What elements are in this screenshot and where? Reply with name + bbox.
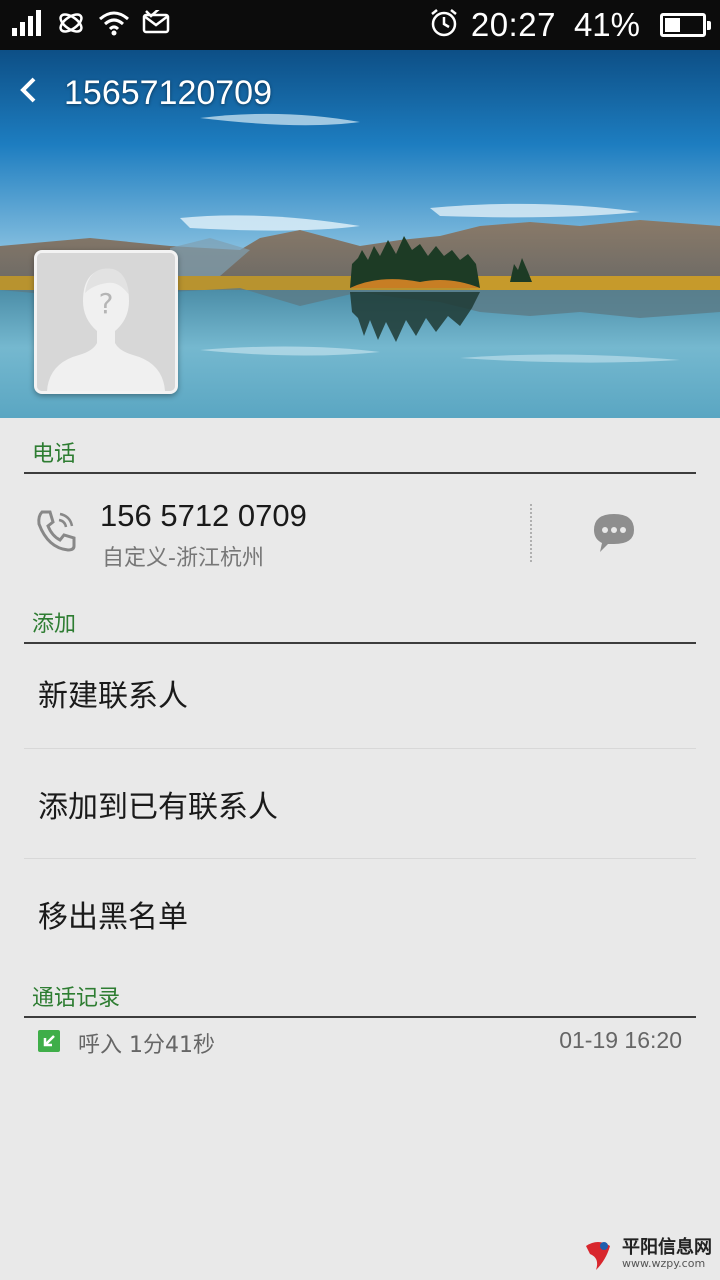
avatar[interactable]: ? [34, 250, 178, 394]
watermark: 平阳信息网 www.wzpy.com [580, 1236, 712, 1272]
watermark-url: www.wzpy.com [622, 1256, 706, 1270]
carrier-icon [56, 9, 86, 41]
chevron-left-icon [20, 77, 36, 103]
watermark-logo-icon [586, 1242, 610, 1270]
message-icon [594, 514, 634, 552]
watermark-title: 平阳信息网 [622, 1236, 712, 1258]
back-button[interactable] [18, 76, 52, 116]
battery-icon [660, 13, 711, 37]
alarm-icon [429, 8, 459, 42]
incoming-call-icon [38, 1030, 60, 1052]
phone-entry[interactable]: 156 5712 0709 自定义-浙江杭州 [24, 480, 696, 590]
signal-icon [12, 10, 44, 40]
remove-from-blacklist-button[interactable]: 移出黑名单 [24, 859, 696, 969]
call-log-time: 01-19 16:20 [559, 1027, 682, 1053]
header-title: 15657120709 [64, 74, 273, 112]
call-log-type: 呼入 1分41秒 [78, 1033, 215, 1058]
wifi-icon [98, 10, 130, 40]
battery-level [665, 18, 680, 32]
avatar-question-mark: ? [99, 287, 114, 320]
message-check-icon [142, 7, 172, 40]
phone-number[interactable]: 156 5712 0709 [100, 498, 307, 534]
phone-location: 自定义-浙江杭州 [102, 546, 264, 571]
add-to-existing-contact-button[interactable]: 添加到已有联系人 [24, 749, 696, 859]
person-placeholder-icon: ? [37, 253, 175, 391]
new-contact-button[interactable]: 新建联系人 [24, 638, 696, 748]
battery-percent: 41% [573, 6, 640, 43]
status-bar: 20:27 41% [0, 0, 720, 50]
contact-header: 15657120709 ? [0, 50, 720, 418]
section-header-phone: 电话 [24, 436, 696, 474]
status-time: 20:27 [470, 6, 556, 43]
call-log-item[interactable]: 呼入 1分41秒 01-19 16:20 [24, 1022, 696, 1062]
section-header-call-log: 通话记录 [24, 980, 696, 1018]
phone-icon[interactable] [34, 508, 78, 558]
phone-divider [530, 504, 532, 562]
message-button[interactable] [590, 510, 638, 554]
